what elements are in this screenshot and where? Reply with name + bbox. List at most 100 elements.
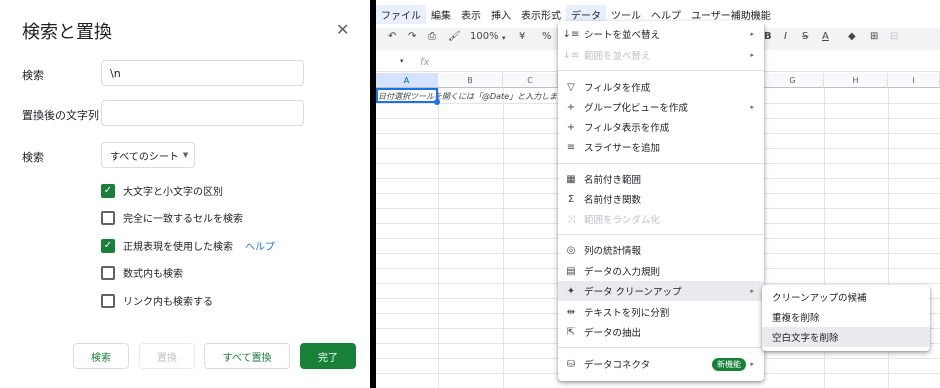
menu-item-data-extraction[interactable]: ⇱ データの抽出 bbox=[558, 322, 764, 342]
done-button[interactable]: 完了 bbox=[300, 343, 356, 369]
slicer-icon: ≡ bbox=[566, 141, 576, 153]
option-match-entire-cell[interactable]: 完全に一致するセルを検索 bbox=[101, 210, 243, 225]
search-scope-dropdown[interactable]: すべてのシート ▼ bbox=[101, 142, 195, 168]
namebox-chevron-icon[interactable]: ▾ bbox=[400, 57, 404, 65]
option-match-case[interactable]: ✓ 大文字と小文字の区別 bbox=[101, 183, 223, 198]
chevron-down-icon: ▼ bbox=[182, 151, 189, 159]
column-header-i[interactable]: I bbox=[888, 73, 940, 88]
option-label: 完全に一致するセルを検索 bbox=[123, 214, 243, 225]
search-scope-value: すべてのシート bbox=[110, 151, 179, 163]
option-label: 大文字と小文字の区別 bbox=[123, 187, 223, 198]
option-regex[interactable]: ✓ 正規表現を使用した検索 ヘルプ bbox=[101, 238, 275, 253]
undo-icon[interactable]: ↶ bbox=[388, 31, 396, 42]
menu-item-split-text[interactable]: ⇹ テキストを列に分割 bbox=[558, 302, 764, 322]
extract-icon: ⇱ bbox=[566, 326, 576, 338]
column-header-g[interactable]: G bbox=[762, 73, 824, 88]
redo-icon[interactable]: ↷ bbox=[408, 31, 416, 42]
submenu-item-cleanup-suggestions[interactable]: クリーンアップの候補 bbox=[762, 287, 930, 307]
percent-icon[interactable]: % bbox=[542, 31, 552, 42]
menu-item-filter-view[interactable]: + フィルタ表示を作成 bbox=[558, 117, 764, 137]
checkbox-search-links[interactable] bbox=[101, 293, 115, 308]
column-header-c[interactable]: C bbox=[503, 73, 558, 88]
menu-format[interactable]: 表示形式 bbox=[516, 5, 566, 24]
option-label: 数式内も検索 bbox=[123, 269, 183, 280]
menu-item-label: グループ化ビューを作成 bbox=[584, 103, 688, 114]
bulb-icon: ◎ bbox=[566, 244, 576, 256]
chevron-right-icon: ▸ bbox=[750, 51, 754, 59]
menu-insert[interactable]: 挿入 bbox=[486, 5, 516, 24]
checkbox-match-entire-cell[interactable] bbox=[101, 210, 115, 225]
help-link[interactable]: ヘルプ bbox=[245, 238, 275, 253]
currency-icon[interactable]: ¥ bbox=[519, 31, 525, 42]
sort-icon: ↓≡ bbox=[562, 49, 580, 61]
print-icon[interactable]: ⎙ bbox=[428, 31, 436, 42]
column-header-b[interactable]: B bbox=[438, 73, 503, 88]
fx-icon: fx bbox=[420, 57, 430, 68]
checkbox-regex[interactable]: ✓ bbox=[101, 238, 115, 253]
shuffle-icon: ⤨ bbox=[567, 213, 575, 225]
replace-button[interactable]: 置換 bbox=[139, 343, 195, 369]
menu-file[interactable]: ファイル bbox=[376, 4, 426, 24]
menu-item-label: データの入力規則 bbox=[584, 267, 661, 278]
text-color-icon[interactable]: A bbox=[822, 31, 829, 42]
find-button[interactable]: 検索 bbox=[73, 343, 129, 369]
find-label: 検索 bbox=[22, 69, 44, 82]
menu-item-label: スライサーを追加 bbox=[584, 143, 661, 154]
menu-divider bbox=[558, 347, 764, 348]
menu-item-named-ranges[interactable]: ▦ 名前付き範囲 bbox=[558, 169, 764, 189]
selected-cell-a1[interactable] bbox=[376, 88, 438, 103]
fill-handle[interactable] bbox=[434, 99, 440, 105]
plus-icon: + bbox=[566, 101, 576, 113]
column-header-h[interactable]: H bbox=[824, 73, 888, 88]
italic-icon[interactable]: I bbox=[784, 31, 787, 42]
new-badge: 新機能 bbox=[712, 357, 746, 371]
validation-icon: ▤ bbox=[566, 265, 576, 277]
menu-item-label: データコネクタ bbox=[584, 360, 651, 371]
zoom-select[interactable]: 100% bbox=[470, 31, 499, 42]
fill-color-icon[interactable]: ◆ bbox=[848, 31, 856, 42]
menu-item-label: 範囲を並べ替え bbox=[584, 51, 651, 62]
dialog-title: 検索と置換 bbox=[22, 22, 112, 43]
option-label: リンク内も検索する bbox=[123, 297, 213, 308]
menu-item-add-slicer[interactable]: ≡ スライサーを追加 bbox=[558, 137, 764, 157]
check-icon: ✓ bbox=[103, 239, 113, 251]
menu-item-label: 範囲をランダム化 bbox=[584, 215, 661, 226]
submenu-item-remove-duplicates[interactable]: 重複を削除 bbox=[762, 307, 930, 327]
menu-item-column-stats[interactable]: ◎ 列の統計情報 bbox=[558, 240, 764, 260]
replace-all-button[interactable]: すべて置換 bbox=[204, 343, 290, 369]
borders-icon[interactable]: ⊞ bbox=[870, 31, 878, 42]
bold-icon[interactable]: B bbox=[764, 31, 772, 42]
menu-item-sort-range[interactable]: ↓≡ 範囲を並べ替え ▸ bbox=[558, 45, 764, 65]
menu-item-create-filter[interactable]: ▽ フィルタを作成 bbox=[558, 77, 764, 97]
menu-view[interactable]: 表示 bbox=[456, 5, 486, 24]
menu-item-group-view[interactable]: + グループ化ビューを作成 ▸ bbox=[558, 97, 764, 117]
menu-item-label: 名前付き関数 bbox=[584, 195, 642, 206]
menu-item-randomize-range[interactable]: ⤨ 範囲をランダム化 bbox=[558, 209, 764, 229]
menu-item-label: テキストを列に分割 bbox=[584, 308, 670, 319]
menu-item-label: フィルタを作成 bbox=[584, 83, 651, 94]
checkbox-search-formulas[interactable] bbox=[101, 265, 115, 280]
option-search-links[interactable]: リンク内も検索する bbox=[101, 293, 213, 308]
column-header-a[interactable]: A bbox=[376, 73, 438, 88]
checkbox-match-case[interactable]: ✓ bbox=[101, 183, 115, 198]
menu-item-data-validation[interactable]: ▤ データの入力規則 bbox=[558, 261, 764, 281]
menu-item-label: 列の統計情報 bbox=[584, 246, 642, 257]
replace-input[interactable] bbox=[101, 100, 304, 126]
menu-item-named-functions[interactable]: Σ 名前付き関数 bbox=[558, 189, 764, 209]
menu-edit[interactable]: 編集 bbox=[426, 5, 456, 24]
menu-item-data-connector[interactable]: ⛁ データコネクタ 新機能 ▸ bbox=[558, 354, 764, 374]
close-icon[interactable]: ✕ bbox=[336, 20, 349, 39]
strikethrough-icon[interactable]: S̶ bbox=[802, 31, 808, 42]
chevron-right-icon: ▸ bbox=[750, 360, 754, 368]
sigma-icon: Σ bbox=[567, 193, 575, 205]
paint-format-icon[interactable]: 🖌 bbox=[448, 31, 461, 42]
option-search-formulas[interactable]: 数式内も検索 bbox=[101, 265, 183, 280]
menu-item-data-cleanup[interactable]: ✦ データ クリーンアップ ▸ bbox=[558, 281, 764, 301]
submenu-item-trim-whitespace[interactable]: 空白文字を削除 bbox=[762, 327, 930, 347]
menu-item-sort-sheet[interactable]: ↓≡ シートを並べ替え ▸ bbox=[558, 24, 764, 44]
menu-item-label: シートを並べ替え bbox=[584, 30, 661, 41]
merge-cells-icon[interactable]: ⊟ bbox=[890, 31, 898, 42]
find-input[interactable] bbox=[101, 60, 304, 86]
chevron-right-icon: ▸ bbox=[750, 287, 754, 295]
check-icon: ✓ bbox=[103, 184, 113, 196]
